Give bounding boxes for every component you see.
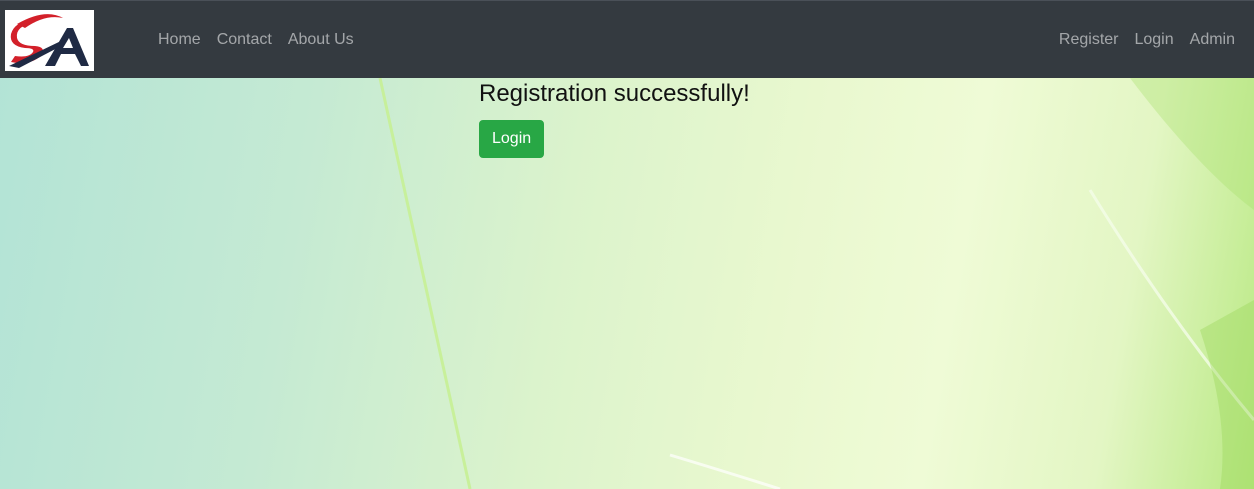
page: Home Contact About Us Register Login Adm… (0, 0, 1254, 489)
nav-about-link[interactable]: About Us (280, 31, 362, 49)
navbar: Home Contact About Us Register Login Adm… (0, 0, 1254, 78)
nav-right: Register Login Admin (1051, 1, 1243, 79)
login-button[interactable]: Login (479, 120, 545, 158)
nav-register-link[interactable]: Register (1051, 31, 1127, 49)
success-heading: Registration successfully! (479, 80, 750, 107)
nav-admin-link[interactable]: Admin (1182, 31, 1243, 49)
main-content: Registration successfully! Login (479, 80, 750, 158)
nav-contact-link[interactable]: Contact (209, 31, 280, 49)
nav-login-link[interactable]: Login (1126, 31, 1181, 49)
brand-logo[interactable] (5, 10, 94, 71)
sa-logo-icon (9, 14, 89, 68)
nav-left: Home Contact About Us (150, 1, 362, 79)
nav-home-link[interactable]: Home (150, 31, 209, 49)
